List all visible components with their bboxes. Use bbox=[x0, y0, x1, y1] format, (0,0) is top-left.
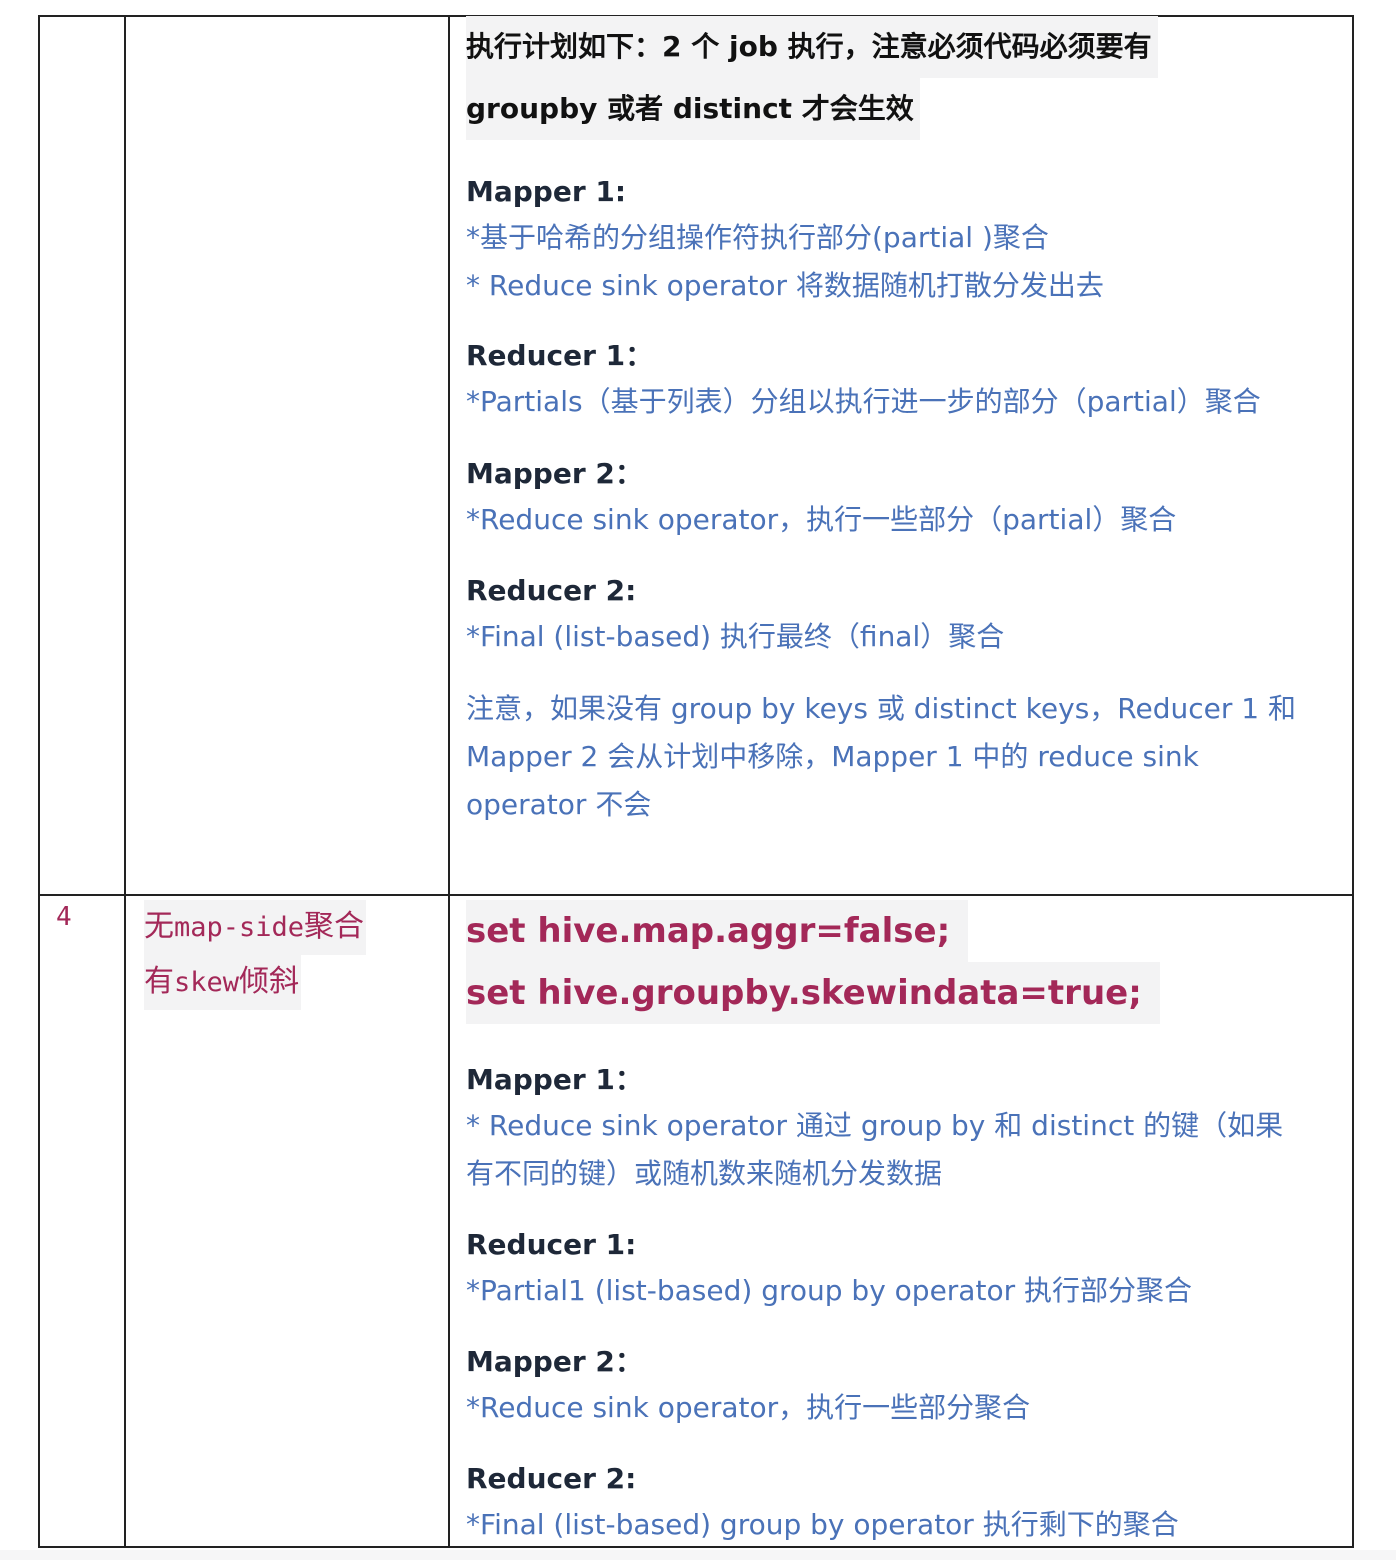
set-groupby-skewindata: set hive.groupby.skewindata=true; bbox=[466, 962, 1160, 1024]
row-divider bbox=[38, 894, 1354, 896]
section-text: *Partial1 (list-based) group by operator… bbox=[466, 1274, 1192, 1307]
row4-reducer-1-section: Reducer 1: *Partial1 (list-based) group … bbox=[466, 1223, 1346, 1315]
mapper-2-section: Mapper 2： *Reduce sink operator，执行一些部分（p… bbox=[466, 452, 1346, 544]
section-title: Reducer 1: bbox=[466, 1228, 637, 1261]
section-title: Mapper 2： bbox=[466, 457, 643, 490]
set-map-aggr: set hive.map.aggr=false; bbox=[466, 900, 969, 962]
document-page: 执行计划如下：2 个 job 执行，注意必须代码必须要有 groupby 或者 … bbox=[0, 0, 1396, 1560]
table-right-border bbox=[1352, 15, 1354, 1548]
row4-mapper-2-section: Mapper 2： *Reduce sink operator，执行一些部分聚合 bbox=[466, 1340, 1346, 1432]
plan-line-2: groupby 或者 distinct 才会生效 bbox=[466, 78, 920, 140]
mapper-1-section: Mapper 1: *基于哈希的分组操作符执行部分(partial )聚合 * … bbox=[466, 170, 1346, 310]
description-line-2: 有skew倾斜 bbox=[144, 955, 302, 1010]
section-title: Reducer 2: bbox=[466, 1462, 637, 1495]
reducer-1-section: Reducer 1： *Partials（基于列表）分组以执行进一步的部分（pa… bbox=[466, 334, 1346, 426]
row-number: 4 bbox=[56, 902, 72, 932]
desc-text: 倾斜 bbox=[239, 964, 300, 999]
table-left-border bbox=[38, 15, 40, 1548]
row-description: 无map-side聚合 有skew倾斜 bbox=[144, 900, 420, 1010]
section-text: *基于哈希的分组操作符执行部分(partial )聚合 bbox=[466, 221, 1049, 254]
section-text: *Reduce sink operator，执行一些部分（partial）聚合 bbox=[466, 503, 1177, 536]
section-title: Reducer 1： bbox=[466, 339, 654, 372]
section-text: * Reduce sink operator 通过 group by 和 dis… bbox=[466, 1109, 1284, 1142]
note-line: Mapper 2 会从计划中移除，Mapper 1 中的 reduce sink bbox=[466, 740, 1199, 773]
section-text: * Reduce sink operator 将数据随机打散分发出去 bbox=[466, 269, 1104, 302]
row4-reducer-2-section: Reducer 2: *Final (list-based) group by … bbox=[466, 1457, 1346, 1549]
section-title: Mapper 1: bbox=[466, 175, 627, 208]
plan-line-1: 执行计划如下：2 个 job 执行，注意必须代码必须要有 bbox=[466, 16, 1158, 78]
config-settings: set hive.map.aggr=false; set hive.groupb… bbox=[466, 900, 1346, 1024]
desc-text: 聚合 bbox=[304, 909, 365, 944]
section-text: *Reduce sink operator，执行一些部分聚合 bbox=[466, 1391, 1031, 1424]
desc-text: 有 bbox=[144, 964, 174, 999]
note-line: 注意，如果没有 group by keys 或 distinct keys，Re… bbox=[466, 692, 1296, 725]
section-title: Mapper 1： bbox=[466, 1063, 643, 1096]
section-text: *Final (list-based) group by operator 执行… bbox=[466, 1508, 1179, 1541]
description-line-1: 无map-side聚合 bbox=[144, 900, 367, 955]
note-line: operator 不会 bbox=[466, 788, 652, 821]
section-title: Mapper 2： bbox=[466, 1345, 643, 1378]
desc-code: map-side bbox=[174, 912, 305, 943]
execution-plan-heading: 执行计划如下：2 个 job 执行，注意必须代码必须要有 groupby 或者 … bbox=[466, 16, 1346, 140]
desc-code: skew bbox=[174, 967, 240, 998]
section-text: *Final (list-based) 执行最终（final）聚合 bbox=[466, 620, 1005, 653]
row4-mapper-1-section: Mapper 1： * Reduce sink operator 通过 grou… bbox=[466, 1058, 1346, 1198]
column-divider-2 bbox=[448, 15, 450, 1548]
desc-text: 无 bbox=[144, 909, 174, 944]
page-bottom-edge bbox=[0, 1550, 1396, 1560]
section-title: Reducer 2: bbox=[466, 574, 637, 607]
column-divider-1 bbox=[124, 15, 126, 1548]
section-text: *Partials（基于列表）分组以执行进一步的部分（partial）聚合 bbox=[466, 385, 1261, 418]
section-text: 有不同的键）或随机数来随机分发数据 bbox=[466, 1157, 943, 1190]
note-paragraph: 注意，如果没有 group by keys 或 distinct keys，Re… bbox=[466, 685, 1346, 829]
reducer-2-section: Reducer 2: *Final (list-based) 执行最终（fina… bbox=[466, 569, 1346, 661]
